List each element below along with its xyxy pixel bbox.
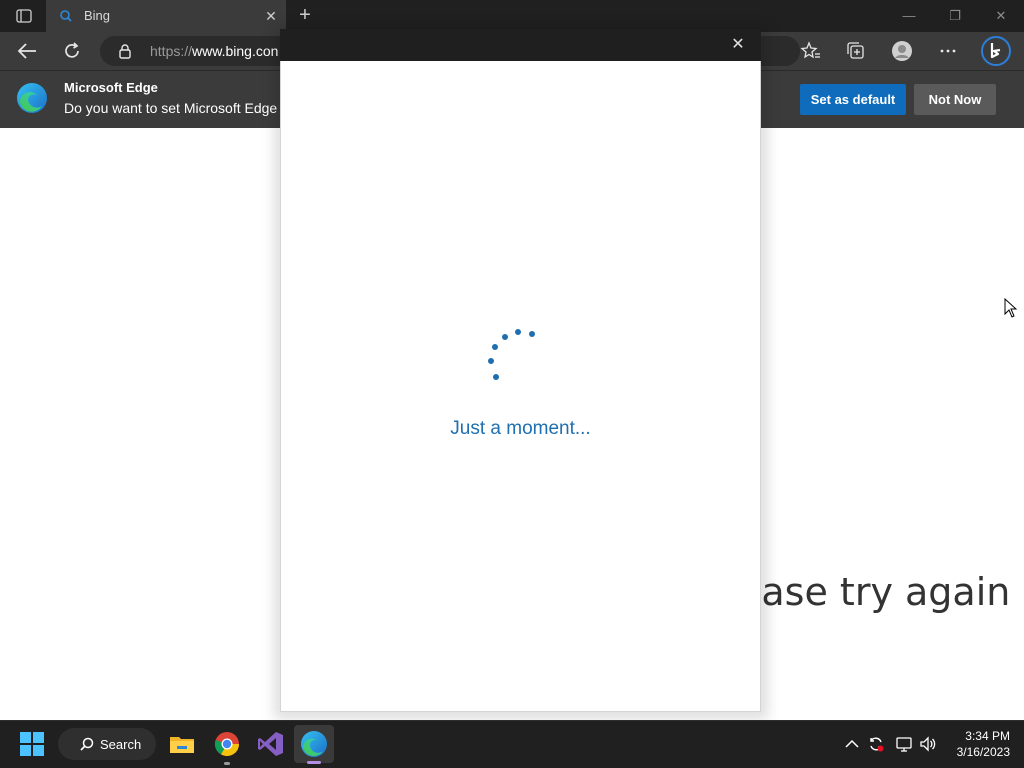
restore-icon[interactable]: ❐: [940, 6, 970, 26]
volume-icon[interactable]: [919, 735, 937, 753]
tab-actions-icon[interactable]: [8, 6, 40, 26]
show-hidden-icons-chevron-up-icon[interactable]: [843, 735, 861, 753]
more-options-icon[interactable]: [937, 40, 959, 62]
bing-search-favicon-icon: [58, 8, 74, 24]
window-close-icon[interactable]: ✕: [986, 6, 1016, 26]
refresh-icon[interactable]: [62, 41, 82, 61]
edge-running-indicator: [307, 761, 321, 764]
visual-studio-icon[interactable]: [257, 730, 285, 758]
page-error-text: ease try again: [738, 570, 1011, 614]
edge-icon[interactable]: [300, 730, 328, 758]
url-host: www.bing.con: [192, 43, 279, 59]
lock-icon[interactable]: [118, 43, 132, 59]
modal-header: [280, 29, 761, 61]
url-scheme: https://: [150, 43, 193, 59]
edge-logo-icon: [16, 82, 48, 114]
minimize-icon[interactable]: —: [894, 6, 924, 26]
profile-avatar-icon[interactable]: [891, 40, 913, 62]
new-tab-icon[interactable]: +: [294, 4, 316, 26]
tab-title: Bing: [84, 8, 111, 23]
clock-time[interactable]: 3:34 PM: [944, 729, 1010, 743]
windows-start-icon[interactable]: [20, 732, 44, 756]
tab-close-icon[interactable]: ✕: [262, 7, 280, 25]
search-label: Search: [100, 737, 142, 752]
network-icon[interactable]: [895, 735, 913, 753]
clock-date[interactable]: 3/16/2023: [944, 745, 1010, 759]
collections-icon[interactable]: [845, 40, 867, 62]
search-icon: [80, 737, 94, 751]
modal-close-icon[interactable]: ✕: [728, 35, 748, 55]
chrome-icon[interactable]: [213, 730, 241, 758]
chrome-running-indicator: [224, 762, 230, 765]
loading-message: Just a moment...: [450, 418, 591, 439]
infobar-message: Do you want to set Microsoft Edge: [64, 100, 278, 116]
file-explorer-icon[interactable]: [168, 730, 196, 758]
mouse-cursor-icon: [1004, 297, 1018, 318]
set-as-default-button[interactable]: Set as default: [800, 84, 906, 115]
infobar-title: Microsoft Edge: [64, 80, 158, 95]
not-now-button[interactable]: Not Now: [914, 84, 996, 115]
tab-bing[interactable]: [46, 0, 286, 32]
back-arrow-icon[interactable]: [16, 41, 38, 61]
url-text[interactable]: https://www.bing.con: [150, 43, 278, 59]
sync-alert-icon[interactable]: [867, 735, 885, 753]
favorites-star-icon[interactable]: [800, 40, 822, 62]
bing-chat-icon[interactable]: [980, 36, 1012, 66]
loading-spinner-icon: [480, 322, 550, 392]
